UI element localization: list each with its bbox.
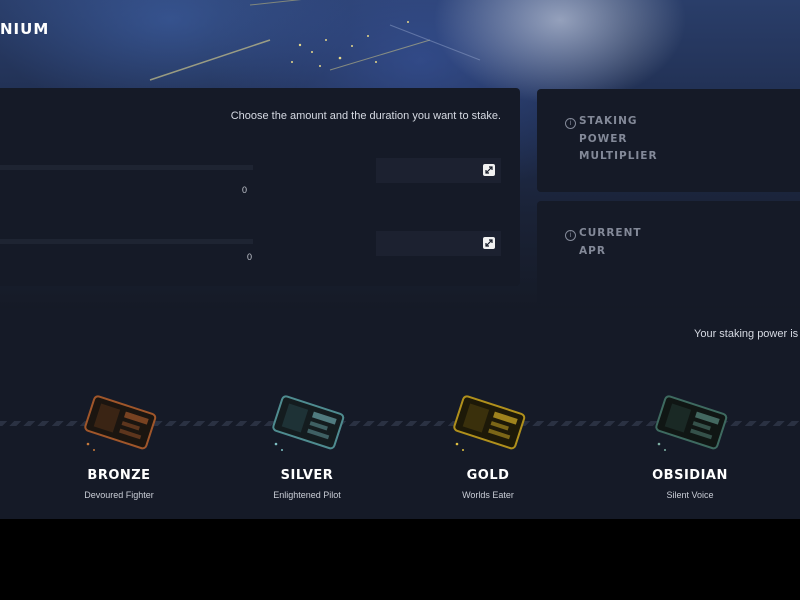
expand-icon[interactable] (483, 164, 495, 176)
amount-input-field[interactable] (376, 158, 501, 183)
tier-gold[interactable]: GOLD Worlds Eater (418, 388, 558, 500)
tier-subtitle: Silent Voice (666, 490, 714, 500)
gold-card-icon (453, 395, 526, 451)
obsidian-card-icon (655, 395, 728, 451)
tier-obsidian[interactable]: OBSIDIAN Silent Voice (620, 388, 760, 500)
tier-silver[interactable]: SILVER Enlightened Pilot (237, 388, 377, 500)
staking-power-multiplier-card: i STAKING POWER MULTIPLIER (537, 89, 800, 192)
tier-name: GOLD (466, 468, 510, 483)
staking-power-text: Your staking power is (694, 328, 799, 340)
tier-name: BRONZE (87, 468, 151, 483)
expand-icon[interactable] (483, 237, 495, 249)
tier-subtitle: Enlightened Pilot (273, 490, 341, 500)
info-icon[interactable]: i (565, 118, 576, 129)
duration-slider[interactable] (0, 239, 253, 244)
tier-subtitle: Devoured Fighter (84, 490, 154, 500)
stake-form-panel: Choose the amount and the duration you w… (0, 88, 520, 286)
brand-logo-text[interactable]: NIUM (0, 20, 49, 38)
tier-bronze[interactable]: BRONZE Devoured Fighter (49, 388, 189, 500)
tier-name: OBSIDIAN (652, 468, 728, 483)
amount-value: 0 (242, 185, 248, 195)
current-apr-card: i CURRENT APR (537, 201, 800, 304)
stake-instruction: Choose the amount and the duration you w… (230, 110, 501, 122)
stat-label: STAKING POWER MULTIPLIER (579, 115, 658, 162)
silver-card-icon (272, 395, 345, 451)
duration-value: 0 (247, 252, 253, 262)
stat-label: CURRENT APR (579, 227, 642, 257)
tiers-section: Your staking power is BRONZE Devoured Fi… (0, 308, 800, 519)
info-icon[interactable]: i (565, 230, 576, 241)
tier-name: SILVER (280, 468, 334, 483)
duration-input-field[interactable] (376, 231, 501, 256)
bronze-card-icon (84, 395, 157, 451)
amount-slider[interactable] (0, 165, 253, 170)
tier-subtitle: Worlds Eater (462, 490, 514, 500)
